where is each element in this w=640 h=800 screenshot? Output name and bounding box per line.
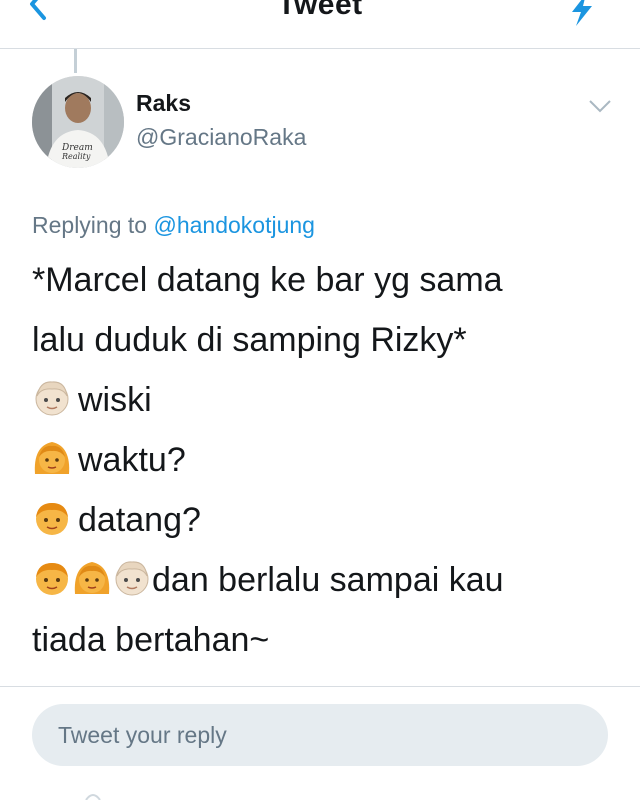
woman-emoji-icon — [34, 442, 70, 474]
tweet-line-text: datang? — [78, 501, 201, 539]
man-emoji-icon — [36, 503, 68, 535]
compose-button[interactable] — [564, 0, 600, 28]
page-title: Tweet — [277, 0, 363, 21]
chevron-down-icon — [589, 100, 611, 113]
tweet-line-text: wiski — [78, 381, 152, 419]
man-light-hair-emoji-icon — [35, 381, 69, 416]
tweet-options-button[interactable] — [588, 96, 612, 116]
tweet-line: waktu? — [32, 430, 622, 490]
mention-link[interactable]: @handokotjung — [153, 212, 314, 238]
tweet-line: *Marcel datang ke bar yg sama — [32, 261, 503, 299]
replying-to-label: Replying to — [32, 212, 148, 238]
author-name[interactable]: Raks — [136, 90, 191, 117]
reply-placeholder: Tweet your reply — [58, 722, 227, 748]
tweet-line: dan berlalu sampai kau — [32, 550, 622, 610]
thread-connector-line — [74, 49, 77, 73]
lightning-icon — [572, 0, 592, 26]
top-navigation-bar: Tweet — [0, 0, 640, 49]
avatar-photo: Dream Reality — [32, 76, 124, 168]
replying-to-line: Replying to @handokotjung — [32, 212, 315, 239]
divider — [0, 686, 640, 687]
man-emoji-icon — [36, 563, 68, 595]
man-light-hair-emoji-icon — [115, 561, 149, 596]
tweet-line: datang? — [32, 490, 622, 550]
partial-icon — [85, 794, 101, 800]
reply-input[interactable]: Tweet your reply — [32, 704, 608, 766]
tweet-line: tiada bertahan~ — [32, 621, 270, 659]
author-handle[interactable]: @GracianoRaka — [136, 124, 306, 151]
tweet-text: *Marcel datang ke bar yg sama lalu duduk… — [32, 250, 622, 670]
tweet-line-text: dan berlalu sampai kau — [152, 561, 504, 599]
svg-text:Reality: Reality — [61, 152, 91, 161]
avatar[interactable]: Dream Reality — [32, 76, 124, 168]
tweet-line: lalu duduk di samping Rizky* — [32, 321, 467, 359]
woman-emoji-icon — [74, 562, 110, 594]
tweet-line: wiski — [32, 370, 622, 430]
tweet-line-text: waktu? — [78, 441, 186, 479]
